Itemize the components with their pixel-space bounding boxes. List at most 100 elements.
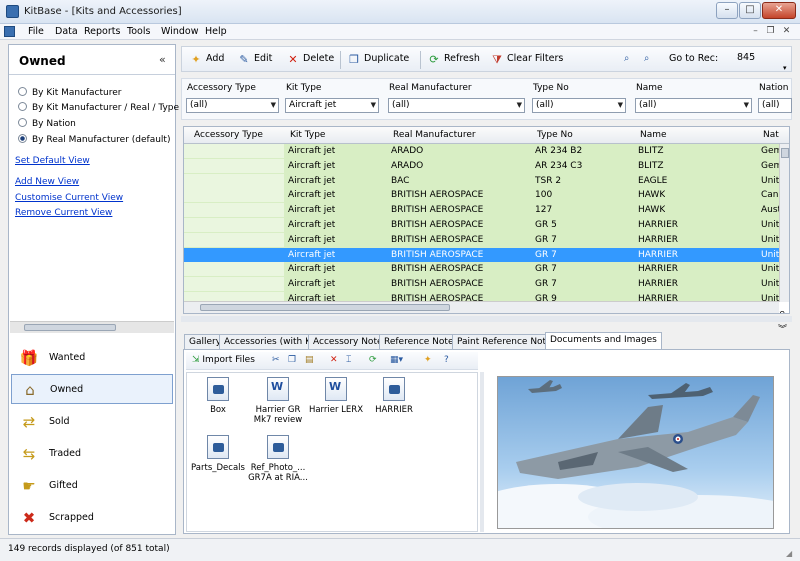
close-button[interactable]: ✕: [762, 2, 796, 19]
document-item[interactable]: Box: [187, 377, 249, 415]
document-item[interactable]: Ref_Photo_... GR7A at RIA...: [247, 435, 309, 483]
table-row[interactable]: Aircraft jet BAC TSR 2 EAGLE Unite: [184, 173, 785, 189]
column-header[interactable]: Type No: [537, 130, 573, 140]
table-row[interactable]: Aircraft jet BRITISH AEROSPACE GR 7 HARRIER…: [184, 232, 785, 248]
horizontal-scrollbar[interactable]: [184, 301, 779, 313]
goto-record-field[interactable]: 845: [737, 52, 755, 63]
import-files-button[interactable]: ⇲ Import Files: [192, 355, 255, 365]
column-header[interactable]: Kit Type: [290, 130, 325, 140]
kit-type-filter[interactable]: Aircraft jet ▼: [285, 98, 379, 113]
mdi-restore-icon[interactable]: ❐: [764, 25, 777, 38]
mdi-minimize-icon[interactable]: –: [749, 25, 762, 38]
accessory-type-filter[interactable]: (all) ▼: [186, 98, 279, 113]
delete-button[interactable]: ✕ Delete: [287, 53, 334, 66]
menu-reports[interactable]: Reports: [84, 26, 120, 37]
customise-view-link[interactable]: Customise Current View: [15, 193, 123, 203]
collapse-icon[interactable]: «: [159, 53, 166, 66]
category-wanted[interactable]: 🎁 Wanted: [11, 343, 173, 373]
column-header[interactable]: Real Manufacturer: [393, 130, 476, 140]
preview-splitter[interactable]: [480, 372, 484, 532]
view-option-nation[interactable]: By Nation: [18, 118, 76, 129]
mdi-close-icon[interactable]: ✕: [780, 25, 793, 38]
refresh-button[interactable]: ⟳ Refresh: [428, 53, 480, 66]
toolbar-overflow-icon[interactable]: ▾: [783, 64, 787, 72]
panel-title: Owned: [19, 54, 66, 68]
find-icon[interactable]: ⌕: [624, 53, 629, 64]
view-option-kit-real-type[interactable]: By Kit Manufacturer / Real / Type No /: [18, 102, 200, 113]
menu-data[interactable]: Data: [55, 26, 78, 37]
table-row[interactable]: Aircraft jet BRITISH AEROSPACE GR 7 HARRIER…: [184, 247, 785, 263]
column-header[interactable]: Nat: [763, 130, 779, 140]
edit-button[interactable]: ✎ Edit: [238, 53, 272, 66]
maximize-button[interactable]: □: [739, 2, 761, 19]
category-gifted[interactable]: ☛ Gifted: [11, 471, 173, 501]
horizontal-scrollbar[interactable]: [10, 321, 174, 333]
table-row[interactable]: Aircraft jet BRITISH AEROSPACE 100 HAWK Cana: [184, 188, 784, 204]
copy-icon[interactable]: ❐: [288, 355, 296, 365]
table-row[interactable]: Aircraft jet BRITISH AEROSPACE GR 5 HARRIER…: [184, 218, 785, 233]
menu-tools[interactable]: Tools: [127, 26, 150, 37]
tab-reference-notes[interactable]: Reference Notes: [379, 334, 464, 350]
table-cell: Aircraft jet: [288, 234, 336, 245]
minimize-button[interactable]: –: [716, 2, 738, 19]
category-owned[interactable]: ⌂ Owned: [11, 374, 173, 404]
delete-icon[interactable]: ✕: [330, 355, 338, 365]
window-title: KitBase - [Kits and Accessories]: [24, 6, 182, 17]
resize-grip-icon[interactable]: ◢: [786, 549, 792, 558]
find-next-icon[interactable]: ⌕: [644, 53, 649, 64]
remove-view-link[interactable]: Remove Current View: [15, 208, 112, 218]
add-icon: ✦: [191, 53, 201, 66]
column-header[interactable]: Name: [640, 130, 667, 140]
document-label: Parts_Decals: [191, 463, 245, 473]
nation-filter[interactable]: (all): [758, 98, 792, 113]
table-row[interactable]: Aircraft jet BRITISH AEROSPACE GR 7 HARRIER…: [184, 277, 785, 292]
document-icon[interactable]: [4, 26, 15, 37]
category-sold[interactable]: ⇄ Sold: [11, 407, 173, 437]
column-header[interactable]: Accessory Type: [194, 130, 263, 140]
add-button[interactable]: ✦ Add: [190, 53, 224, 66]
help-icon[interactable]: ?: [444, 355, 449, 365]
table-row[interactable]: Aircraft jet ARADO AR 234 C3 BLITZ Gem: [184, 158, 782, 174]
table-row[interactable]: Aircraft jet BRITISH AEROSPACE 127 HAWK Aust: [184, 203, 781, 218]
table-cell: BRITISH AEROSPACE: [391, 264, 484, 275]
category-scrapped[interactable]: ✖ Scrapped: [11, 503, 173, 533]
table-cell: EAGLE: [638, 175, 668, 186]
tab-documents-images[interactable]: Documents and Images: [545, 332, 662, 350]
set-default-view-link[interactable]: Set Default View: [15, 156, 90, 166]
rename-icon[interactable]: ⌶: [346, 355, 351, 365]
favourite-icon[interactable]: ✦: [424, 355, 432, 365]
table-row[interactable]: Aircraft jet ARADO AR 234 B2 BLITZ Gem: [184, 144, 782, 159]
real-manufacturer-filter[interactable]: (all) ▼: [388, 98, 525, 113]
image-file-icon: [383, 377, 405, 401]
document-item[interactable]: Harrier LERX: [305, 377, 367, 415]
view-option-real-manufacturer[interactable]: By Real Manufacturer (default): [18, 134, 170, 145]
scrollbar-thumb[interactable]: [200, 304, 450, 311]
paste-icon[interactable]: ▤: [305, 355, 314, 365]
table-cell: Aircraft jet: [288, 160, 336, 171]
scrollbar-thumb[interactable]: [781, 148, 789, 158]
grid-header: Accessory Type Kit Type Real Manufacture…: [184, 127, 789, 144]
type-no-filter[interactable]: (all) ▼: [532, 98, 626, 113]
menu-window[interactable]: Window: [161, 26, 198, 37]
detail-tabs: Gallery Accessories (with Kit) Accessory…: [183, 332, 790, 350]
toolbar-separator: [420, 51, 421, 69]
vertical-scrollbar[interactable]: [779, 144, 789, 302]
refresh-icon[interactable]: ⟳: [369, 355, 377, 365]
add-new-view-link[interactable]: Add New View: [15, 177, 79, 187]
clear-filters-button[interactable]: ⧩ Clear Filters: [491, 53, 563, 66]
menu-file[interactable]: File: [28, 26, 44, 37]
category-traded[interactable]: ⇆ Traded: [11, 439, 173, 469]
menu-help[interactable]: Help: [205, 26, 227, 37]
scrollbar-thumb[interactable]: [24, 324, 116, 331]
duplicate-button[interactable]: ❐ Duplicate: [348, 53, 409, 66]
document-item[interactable]: Parts_Decals: [187, 435, 249, 473]
view-option-kit-manufacturer[interactable]: By Kit Manufacturer: [18, 87, 121, 98]
document-item[interactable]: HARRIER: [363, 377, 425, 415]
view-mode-icon[interactable]: ▦▾: [390, 355, 403, 365]
pane-splitter[interactable]: [181, 316, 792, 322]
name-filter[interactable]: (all) ▼: [635, 98, 752, 113]
document-item[interactable]: Harrier GR Mk7 review: [247, 377, 309, 425]
table-row[interactable]: Aircraft jet BRITISH AEROSPACE GR 7 HARRIER…: [184, 262, 785, 278]
filter-bar: Accessory Type Kit Type Real Manufacture…: [181, 78, 792, 120]
cut-icon[interactable]: ✂: [272, 355, 280, 365]
